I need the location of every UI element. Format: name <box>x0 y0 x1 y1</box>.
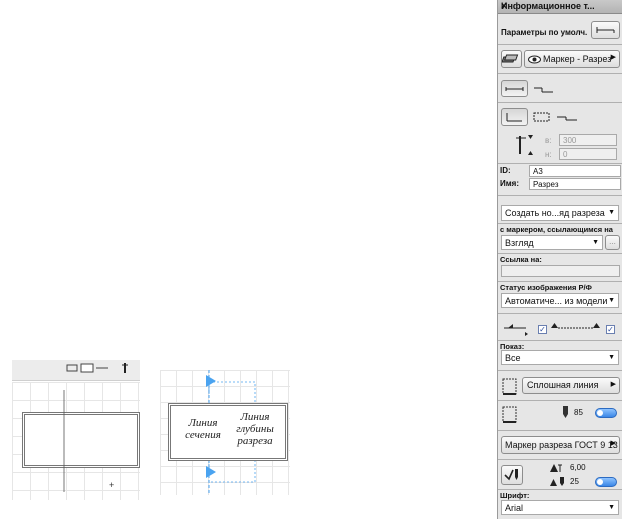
marker-size-icon <box>550 464 562 472</box>
depth-line-label: Линия глубины разреза <box>236 411 274 447</box>
right-marker-checkbox[interactable]: ✓ <box>606 325 615 334</box>
link-to-field <box>501 265 620 277</box>
eye-icon <box>528 55 541 64</box>
layer-button[interactable] <box>501 50 522 68</box>
pen-icon <box>563 406 568 418</box>
palette-titlebar[interactable]: Информационное т... × <box>498 0 622 14</box>
marker-style-button-1[interactable] <box>501 80 528 97</box>
marker-gost-dropdown[interactable]: Маркер разреза ГОСТ 9 13 ▶ <box>501 436 620 454</box>
reference-view-dropdown[interactable]: Взгляд ▼ <box>501 235 603 250</box>
pen-area-icon <box>502 406 517 423</box>
id-field[interactable]: A3 <box>529 165 621 177</box>
marker-pen-value[interactable]: 25 <box>570 477 579 486</box>
section-line-label: Линия сечения <box>185 417 221 441</box>
ref-marker-label: с маркером, ссылающимся на <box>500 225 613 234</box>
toolbar-thumbnail: + <box>12 360 140 500</box>
marker-style-icon <box>505 87 524 91</box>
create-viewpoint-value: Создать но...яд разреза <box>505 208 605 218</box>
line-form-option-3[interactable] <box>555 110 581 124</box>
link-to-label: Ссылка на: <box>500 255 542 264</box>
status-label: Статус изображения Р/Ф <box>500 283 592 292</box>
marker-arrow-top <box>206 375 216 387</box>
font-dropdown[interactable]: Arial ▼ <box>501 500 619 515</box>
arrow-right-icon: ▶ <box>610 381 616 388</box>
chevron-down-icon: ▼ <box>592 239 599 246</box>
chevron-down-icon: ▼ <box>608 354 615 361</box>
marker-gost-value: Маркер разреза ГОСТ 9 13 <box>505 440 618 450</box>
create-viewpoint-dropdown[interactable]: Создать но...яд разреза ▼ <box>501 205 619 221</box>
toolbar-strip <box>12 360 140 381</box>
show-dropdown[interactable]: Все ▼ <box>501 350 619 365</box>
chevron-down-icon: ▼ <box>608 209 615 216</box>
info-palette: Информационное т... × Параметры по умолч… <box>497 0 622 519</box>
line-type-icon <box>596 27 615 33</box>
checkmark-pen-icon <box>504 469 518 481</box>
arrow-right-icon: ▶ <box>610 54 616 61</box>
top-height-field[interactable]: 300 <box>559 134 617 146</box>
marker-pen-icon <box>550 477 564 486</box>
pen-number[interactable]: 85 <box>574 408 583 417</box>
toolbar-icons <box>66 363 128 373</box>
status-value: Автоматиче... из модели <box>505 296 608 306</box>
arrow-right-icon: ▶ <box>610 440 616 447</box>
line-form-button-1[interactable] <box>501 108 528 126</box>
marker-type-dropdown[interactable]: Маркер - Разрез ▶ <box>524 50 620 68</box>
section-diagram: Линия сечения Линия глубины разреза <box>160 370 290 495</box>
chevron-down-icon: ▼ <box>608 297 615 304</box>
bottom-height-field[interactable]: 0 <box>559 148 617 160</box>
defaults-button[interactable] <box>591 21 620 39</box>
height-icon <box>516 135 533 155</box>
top-height-label: в: <box>545 136 552 145</box>
close-icon[interactable]: × <box>501 0 619 13</box>
font-value: Arial <box>505 503 524 513</box>
marker-line-icon <box>551 323 600 329</box>
marker-style-option-2[interactable] <box>532 82 556 96</box>
name-label: Имя: <box>500 179 519 188</box>
show-value: Все <box>505 353 521 363</box>
id-label: ID: <box>500 166 511 175</box>
layer-icon <box>502 54 519 63</box>
bottom-height-label: н: <box>545 150 552 159</box>
svg-text:+: + <box>109 480 114 490</box>
marker-arrow-bottom <box>206 466 216 478</box>
reference-view-value: Взгляд <box>505 238 534 248</box>
left-marker-checkbox[interactable]: ✓ <box>538 325 547 334</box>
line-form-icon <box>506 113 522 122</box>
marker-left-icon[interactable] <box>502 320 532 336</box>
line-type-dropdown[interactable]: Сплошная линия ▶ <box>522 377 620 394</box>
browse-button[interactable]: ... <box>605 235 620 250</box>
name-field[interactable]: Разрез <box>529 178 621 190</box>
marker-pen-swatch[interactable] <box>595 477 617 487</box>
marker-type-label: Маркер - Разрез <box>543 54 612 64</box>
override-pen-button[interactable] <box>501 465 523 485</box>
section-line: + <box>63 390 114 492</box>
line-form-option-2[interactable] <box>531 110 553 124</box>
marker-size-value[interactable]: 6,00 <box>570 463 586 472</box>
line-style-icon <box>502 378 517 395</box>
chevron-down-icon: ▼ <box>608 504 615 511</box>
line-type-value: Сплошная линия <box>527 380 599 390</box>
status-dropdown[interactable]: Автоматиче... из модели ▼ <box>501 293 619 308</box>
pen-color-swatch[interactable] <box>595 408 617 418</box>
defaults-label: Параметры по умолч. <box>501 28 588 37</box>
font-label: Шрифт: <box>500 491 530 500</box>
